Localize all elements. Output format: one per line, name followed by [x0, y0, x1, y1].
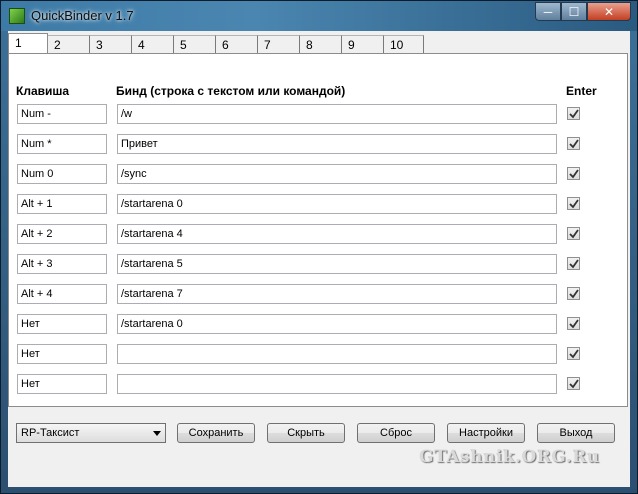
- key-field[interactable]: Alt + 2: [17, 224, 107, 244]
- window-title: QuickBinder v 1.7: [31, 8, 134, 23]
- checkmark-icon: [568, 228, 579, 238]
- client-area: 1 2 3 4 5 6 7 8 9 10 Клавиша Бинд (строк…: [8, 31, 630, 487]
- exit-button[interactable]: Выход: [537, 423, 615, 443]
- key-field[interactable]: Нет: [17, 314, 107, 334]
- key-field[interactable]: Alt + 3: [17, 254, 107, 274]
- bind-input[interactable]: [117, 374, 557, 394]
- enter-checkbox[interactable]: [567, 287, 580, 300]
- key-field[interactable]: Alt + 1: [17, 194, 107, 214]
- watermark: GTAshnik.ORG.Ru: [419, 447, 600, 467]
- key-field[interactable]: Нет: [17, 374, 107, 394]
- checkmark-icon: [568, 168, 579, 178]
- bind-input[interactable]: [117, 344, 557, 364]
- checkmark-icon: [568, 198, 579, 208]
- enter-checkbox[interactable]: [567, 137, 580, 150]
- tab-7[interactable]: 7: [258, 35, 300, 53]
- maximize-button[interactable]: ☐: [561, 2, 587, 21]
- checkmark-icon: [568, 108, 579, 118]
- tab-3[interactable]: 3: [90, 35, 132, 53]
- key-field[interactable]: Нет: [17, 344, 107, 364]
- enter-checkbox[interactable]: [567, 167, 580, 180]
- enter-checkbox[interactable]: [567, 257, 580, 270]
- settings-button[interactable]: Настройки: [447, 423, 525, 443]
- save-button[interactable]: Сохранить: [177, 423, 255, 443]
- tab-panel: Клавиша Бинд (строка с текстом или коман…: [8, 53, 628, 407]
- tab-4[interactable]: 4: [132, 35, 174, 53]
- bind-input[interactable]: /startarena 0: [117, 194, 557, 214]
- profile-select-value: RP-Таксист: [21, 427, 80, 439]
- close-button[interactable]: ✕: [587, 2, 631, 21]
- tab-9[interactable]: 9: [342, 35, 384, 53]
- key-field[interactable]: Alt + 4: [17, 284, 107, 304]
- enter-checkbox[interactable]: [567, 317, 580, 330]
- bind-input[interactable]: Привет: [117, 134, 557, 154]
- hide-button[interactable]: Скрыть: [267, 423, 345, 443]
- tab-strip: 1 2 3 4 5 6 7 8 9 10: [8, 33, 424, 55]
- enter-checkbox[interactable]: [567, 197, 580, 210]
- tab-8[interactable]: 8: [300, 35, 342, 53]
- key-field[interactable]: Num -: [17, 104, 107, 124]
- enter-checkbox[interactable]: [567, 377, 580, 390]
- window-controls: ─ ☐ ✕: [535, 2, 631, 21]
- chevron-down-icon: [153, 431, 161, 436]
- tab-2[interactable]: 2: [48, 35, 90, 53]
- enter-checkbox[interactable]: [567, 107, 580, 120]
- app-icon: [9, 8, 25, 24]
- bind-input[interactable]: /startarena 4: [117, 224, 557, 244]
- header-enter: Enter: [566, 84, 597, 98]
- bind-input[interactable]: /startarena 7: [117, 284, 557, 304]
- tab-1[interactable]: 1: [8, 33, 48, 54]
- tab-10[interactable]: 10: [384, 35, 424, 53]
- bind-input[interactable]: /startarena 0: [117, 314, 557, 334]
- enter-checkbox[interactable]: [567, 227, 580, 240]
- checkmark-icon: [568, 138, 579, 148]
- bind-input[interactable]: /w: [117, 104, 557, 124]
- checkmark-icon: [568, 288, 579, 298]
- tab-6[interactable]: 6: [216, 35, 258, 53]
- tab-5[interactable]: 5: [174, 35, 216, 53]
- header-key: Клавиша: [16, 84, 70, 98]
- key-field[interactable]: Num *: [17, 134, 107, 154]
- header-bind: Бинд (строка с текстом или командой): [116, 84, 346, 98]
- minimize-button[interactable]: ─: [535, 2, 561, 21]
- bind-input[interactable]: /sync: [117, 164, 557, 184]
- bottom-toolbar: RP-Таксист Сохранить Скрыть Сброс Настро…: [8, 413, 628, 445]
- app-window: QuickBinder v 1.7 ─ ☐ ✕ 1 2 3 4 5 6 7 8 …: [0, 0, 638, 494]
- enter-checkbox[interactable]: [567, 347, 580, 360]
- checkmark-icon: [568, 318, 579, 328]
- key-field[interactable]: Num 0: [17, 164, 107, 184]
- title-bar[interactable]: QuickBinder v 1.7 ─ ☐ ✕: [1, 1, 637, 31]
- reset-button[interactable]: Сброс: [357, 423, 435, 443]
- checkmark-icon: [568, 258, 579, 268]
- checkmark-icon: [568, 378, 579, 388]
- checkmark-icon: [568, 348, 579, 358]
- bind-input[interactable]: /startarena 5: [117, 254, 557, 274]
- profile-select[interactable]: RP-Таксист: [16, 423, 166, 443]
